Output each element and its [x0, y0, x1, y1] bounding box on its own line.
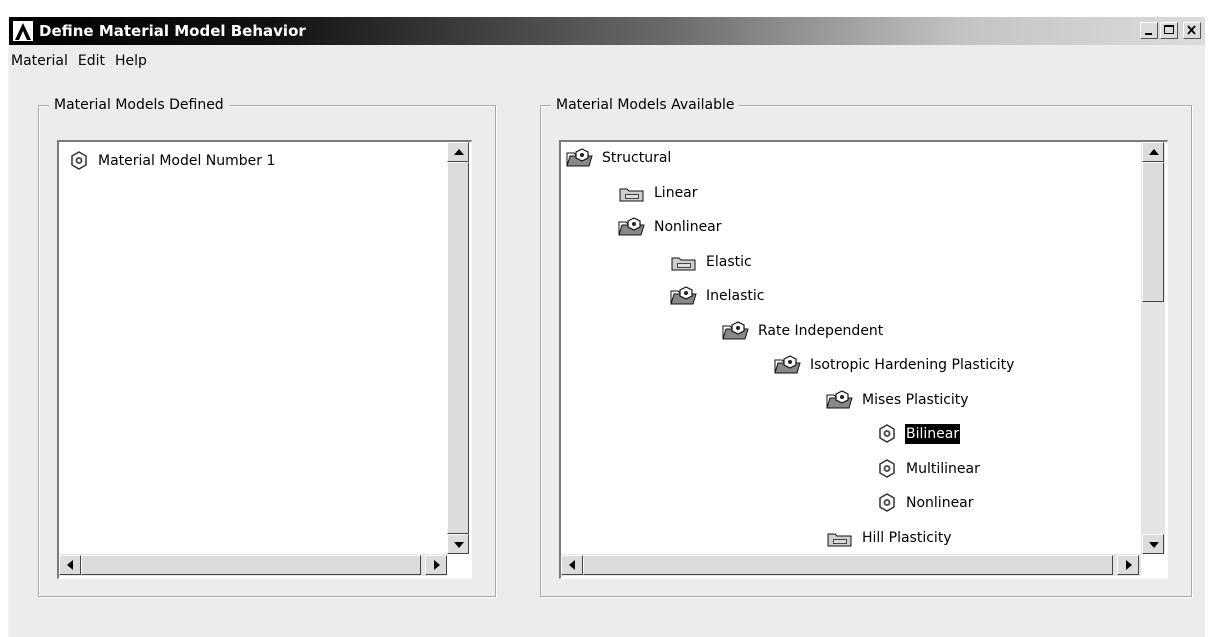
scroll-down-button[interactable]: [1142, 534, 1164, 554]
scroll-up-button[interactable]: [447, 142, 469, 162]
defined-list-vscrollbar[interactable]: [447, 142, 469, 554]
folder-open-icon: [721, 320, 751, 341]
defined-models-group: Material Models Defined Material Model N…: [38, 96, 496, 597]
tree-node-label: Multilinear: [906, 460, 980, 477]
tree-node-label: Nonlinear: [906, 495, 974, 511]
scroll-right-button[interactable]: [425, 555, 447, 575]
tree-node-label: Mises Plasticity: [862, 391, 969, 408]
material-model-window: Define Material Model Behavior Material …: [8, 17, 1205, 637]
tree-node[interactable]: Hill Plasticity: [825, 527, 953, 549]
maximize-button[interactable]: [1160, 22, 1178, 39]
tree-node-label: Structural: [602, 150, 672, 166]
list-item-label: Material Model Number 1: [98, 153, 276, 169]
scroll-thumb[interactable]: [583, 555, 1113, 575]
arrow-up-icon: [1149, 149, 1159, 155]
available-models-tree[interactable]: Structural Linear Nonlinear Elastic Inelasti…: [559, 140, 1168, 579]
menu-bar: Material Edit Help: [9, 47, 155, 73]
available-tree-vscrollbar[interactable]: [1141, 142, 1165, 554]
arrow-left-icon: [67, 560, 73, 570]
available-models-group: Material Models Available Structural Line…: [540, 96, 1192, 597]
tree-node-label: Elastic: [706, 253, 752, 270]
list-item[interactable]: Material Model Number 1: [69, 150, 276, 172]
menu-material[interactable]: Material: [9, 47, 76, 73]
tree-node[interactable]: Rate Independent: [721, 320, 884, 342]
arrow-right-icon: [434, 560, 440, 570]
menu-help[interactable]: Help: [113, 47, 155, 73]
close-icon: [1187, 25, 1196, 35]
defined-models-legend: Material Models Defined: [49, 96, 229, 114]
material-gear-icon: [877, 424, 897, 444]
menu-edit[interactable]: Edit: [76, 47, 113, 73]
folder-closed-icon: [825, 528, 855, 548]
tree-node-label: Rate Independent: [758, 322, 884, 339]
title-bar[interactable]: Define Material Model Behavior: [9, 17, 1205, 45]
scroll-thumb[interactable]: [81, 555, 421, 575]
folder-open-icon: [617, 217, 647, 237]
defined-models-list[interactable]: Material Model Number 1: [57, 140, 472, 579]
arrow-down-icon: [1149, 542, 1159, 548]
tree-node[interactable]: Nonlinear: [877, 492, 975, 514]
tree-node[interactable]: Structural: [565, 147, 672, 169]
tree-node[interactable]: Linear: [617, 182, 699, 204]
folder-closed-icon: [617, 183, 647, 203]
tree-node[interactable]: Elastic: [669, 251, 753, 273]
arrow-left-icon: [569, 560, 575, 570]
scroll-thumb[interactable]: [447, 162, 469, 534]
scroll-thumb[interactable]: [1142, 162, 1164, 302]
tree-node-label: Nonlinear: [654, 219, 722, 235]
material-gear-icon: [69, 151, 89, 171]
minimize-button[interactable]: [1140, 22, 1158, 39]
scroll-up-button[interactable]: [1142, 142, 1164, 162]
window-title: Define Material Model Behavior: [39, 22, 306, 40]
arrow-up-icon: [454, 149, 464, 155]
arrow-down-icon: [454, 542, 464, 548]
folder-open-icon: [669, 286, 699, 306]
scroll-left-button[interactable]: [59, 555, 81, 575]
scroll-down-button[interactable]: [447, 534, 469, 554]
arrow-right-icon: [1126, 560, 1132, 570]
tree-node-label: Linear: [654, 184, 698, 201]
scroll-right-button[interactable]: [1117, 555, 1139, 575]
material-gear-icon: [877, 493, 897, 513]
folder-open-icon: [773, 355, 803, 375]
tree-node-label: Hill Plasticity: [862, 529, 952, 546]
tree-node[interactable]: Nonlinear: [617, 216, 723, 238]
tree-node[interactable]: Mises Plasticity: [825, 389, 970, 411]
maximize-icon: [1164, 25, 1174, 34]
ansys-logo-icon: [12, 20, 34, 42]
available-models-legend: Material Models Available: [551, 96, 740, 114]
tree-node-label: Bilinear: [905, 424, 961, 444]
material-gear-icon: [877, 458, 897, 479]
tree-node[interactable]: Inelastic: [669, 285, 765, 307]
tree-node[interactable]: Multilinear: [877, 458, 981, 480]
scroll-left-button[interactable]: [561, 555, 583, 575]
available-tree-hscrollbar[interactable]: [561, 554, 1141, 576]
folder-closed-icon: [669, 252, 699, 272]
folder-open-icon: [825, 389, 855, 410]
minimize-icon: [1145, 33, 1152, 35]
tree-node[interactable]: Bilinear: [877, 423, 961, 445]
tree-node[interactable]: Isotropic Hardening Plasticity: [773, 354, 1015, 376]
close-button[interactable]: [1183, 22, 1201, 39]
defined-list-hscrollbar[interactable]: [59, 554, 447, 576]
folder-open-icon: [565, 148, 595, 168]
tree-node-label: Isotropic Hardening Plasticity: [810, 357, 1015, 373]
tree-node-label: Inelastic: [706, 288, 765, 304]
